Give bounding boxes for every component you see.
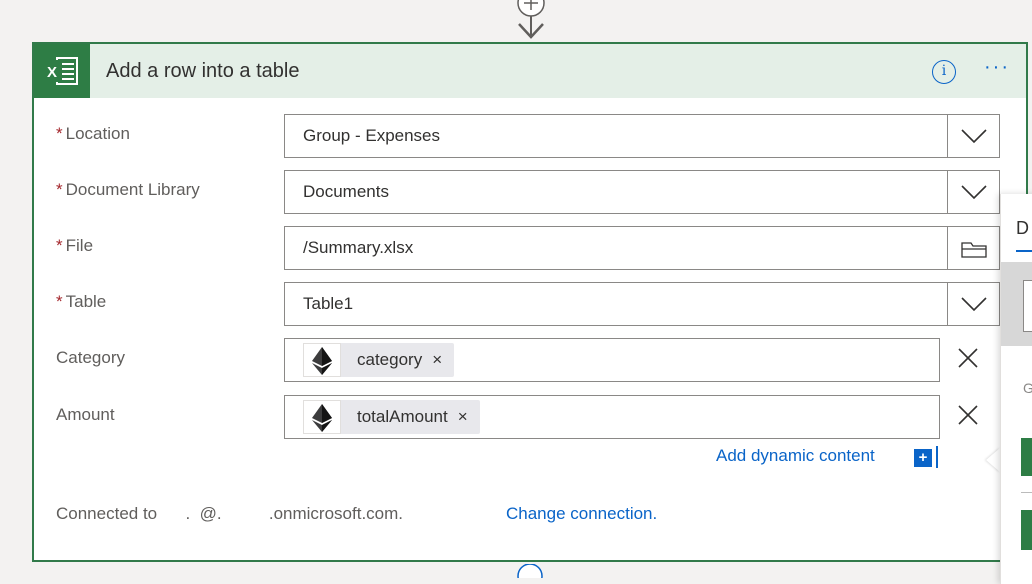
category-label: Category: [56, 348, 125, 367]
category-input[interactable]: category ×: [284, 338, 940, 382]
action-card: X Add a row into a table i ··· * Location…: [32, 42, 1028, 562]
add-dynamic-content-plus-icon[interactable]: +: [914, 449, 932, 467]
chevron-down-icon: [961, 185, 987, 200]
connection-status: Connected to . @. .onmicrosoft.com.: [56, 504, 404, 523]
excel-icon[interactable]: [1021, 510, 1032, 550]
location-value: Group - Expenses: [303, 126, 441, 145]
file-value: /Summary.xlsx: [303, 238, 414, 257]
folder-icon: [961, 242, 987, 258]
category-token-label: category: [357, 350, 423, 369]
table-value: Table1: [303, 294, 354, 313]
amount-token[interactable]: totalAmount ×: [303, 400, 480, 434]
category-token-remove-button[interactable]: ×: [432, 350, 442, 370]
file-label: * File: [56, 236, 94, 255]
section-icon: G: [1023, 380, 1032, 396]
required-marker: *: [56, 124, 63, 143]
file-input[interactable]: /Summary.xlsx: [284, 226, 1000, 270]
more-options-icon[interactable]: ···: [984, 56, 1010, 79]
dynamic-content-panel: D G: [1000, 194, 1032, 584]
document-library-dropdown[interactable]: Documents: [284, 170, 1000, 214]
table-label: * Table: [56, 292, 107, 311]
info-icon[interactable]: i: [932, 60, 956, 84]
change-connection-link[interactable]: Change connection.: [506, 504, 657, 524]
divider: [1021, 492, 1032, 493]
required-marker: *: [56, 180, 63, 199]
close-icon[interactable]: [954, 401, 982, 429]
side-panel-pointer: [986, 448, 1000, 472]
excel-icon[interactable]: [1021, 438, 1032, 476]
card-title[interactable]: Add a row into a table: [106, 60, 299, 83]
search-input[interactable]: [1023, 280, 1032, 332]
add-step-connector-top[interactable]: [514, 0, 548, 42]
amount-token-label: totalAmount: [357, 407, 448, 426]
excel-icon: X: [34, 44, 90, 98]
amount-label: Amount: [56, 405, 115, 424]
chevron-down-icon: [961, 129, 987, 144]
required-marker: *: [56, 292, 63, 311]
document-library-dropdown-button[interactable]: [947, 171, 999, 213]
document-library-value: Documents: [303, 182, 389, 201]
add-dynamic-content-bar: [936, 446, 938, 468]
amount-token-remove-button[interactable]: ×: [458, 407, 468, 427]
category-token[interactable]: category ×: [303, 343, 455, 377]
dynamic-content-tab[interactable]: D: [1016, 218, 1029, 239]
required-marker: *: [56, 236, 63, 255]
location-dropdown-button[interactable]: [947, 115, 999, 157]
card-header[interactable]: X Add a row into a table i ···: [34, 44, 1026, 98]
file-picker-button[interactable]: [947, 227, 999, 269]
connection-account: . @. .onmicrosoft.com.: [166, 504, 404, 523]
amount-input[interactable]: totalAmount ×: [284, 395, 940, 439]
document-library-label: * Document Library: [56, 180, 200, 199]
table-dropdown[interactable]: Table1: [284, 282, 1000, 326]
svg-text:X: X: [47, 64, 57, 81]
location-label: * Location: [56, 124, 130, 143]
add-dynamic-content-link[interactable]: Add dynamic content: [716, 446, 875, 466]
location-dropdown[interactable]: Group - Expenses: [284, 114, 1000, 158]
ethereum-icon: [303, 343, 341, 377]
table-dropdown-button[interactable]: [947, 283, 999, 325]
chevron-down-icon: [961, 297, 987, 312]
close-icon[interactable]: [954, 344, 982, 372]
tab-underline: [1016, 250, 1032, 252]
ethereum-icon: [303, 400, 341, 434]
add-step-connector-bottom[interactable]: [514, 564, 546, 578]
